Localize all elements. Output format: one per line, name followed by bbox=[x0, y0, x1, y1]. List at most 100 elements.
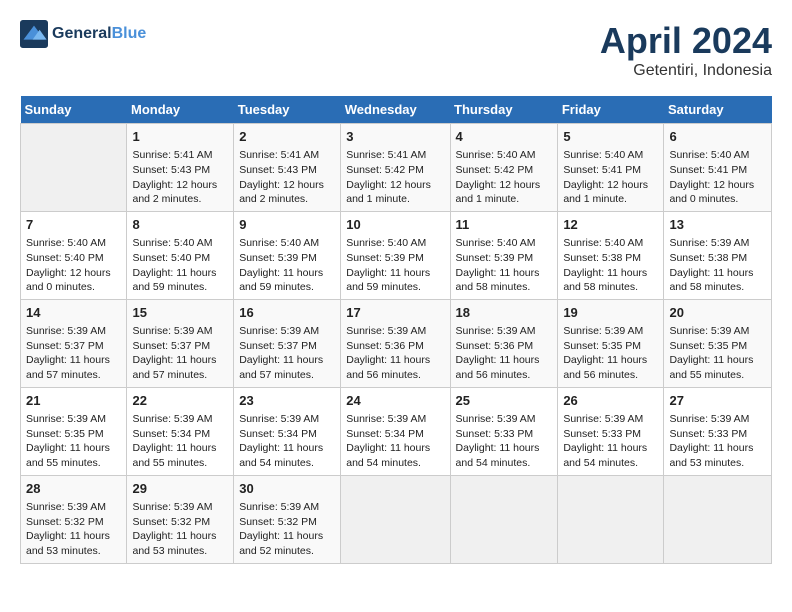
daylight-text: Daylight: 12 hours and 0 minutes. bbox=[669, 179, 754, 206]
calendar-cell: 23 Sunrise: 5:39 AM Sunset: 5:34 PM Dayligh… bbox=[234, 387, 341, 475]
calendar-cell: 25Sunrise: 5:39 AMSunset: 5:33 PMDayligh… bbox=[450, 387, 558, 475]
sunset-text: Sunset: 5:33 PM bbox=[563, 428, 641, 440]
calendar-cell: 26Sunrise: 5:39 AMSunset: 5:33 PMDayligh… bbox=[558, 387, 664, 475]
calendar-week-row: 1Sunrise: 5:41 AMSunset: 5:43 PMDaylight… bbox=[21, 124, 772, 212]
calendar-cell: 18Sunrise: 5:39 AMSunset: 5:36 PMDayligh… bbox=[450, 299, 558, 387]
sunrise-text: Sunrise: 5:39 AM bbox=[132, 325, 212, 337]
sunrise-text: Sunrise: 5:40 AM bbox=[346, 237, 426, 249]
sunrise-text: Sunrise: 5:39 AM bbox=[26, 413, 106, 425]
sunrise-text: Sunrise: 5:39 AM bbox=[563, 413, 643, 425]
daylight-text: Daylight: 11 hours and 56 minutes. bbox=[563, 354, 647, 381]
day-number: 15 bbox=[132, 304, 228, 322]
calendar-cell: 15Sunrise: 5:39 AMSunset: 5:37 PMDayligh… bbox=[127, 299, 234, 387]
daylight-text: Daylight: 11 hours and 58 minutes. bbox=[669, 267, 753, 294]
calendar-day-header: Monday bbox=[127, 96, 234, 124]
calendar-cell bbox=[341, 475, 450, 563]
daylight-text: Daylight: 11 hours and 53 minutes. bbox=[669, 442, 753, 469]
daylight-text: Daylight: 11 hours and 58 minutes. bbox=[563, 267, 647, 294]
calendar-cell: 17Sunrise: 5:39 AMSunset: 5:36 PMDayligh… bbox=[341, 299, 450, 387]
calendar-cell: 22Sunrise: 5:39 AMSunset: 5:34 PMDayligh… bbox=[127, 387, 234, 475]
daylight-text: Daylight: 11 hours and 58 minutes. bbox=[456, 267, 540, 294]
daylight-text: Daylight: 11 hours and 54 minutes. bbox=[456, 442, 540, 469]
calendar-day-header: Saturday bbox=[664, 96, 772, 124]
daylight-text: Daylight: 11 hours and 55 minutes. bbox=[132, 442, 216, 469]
location: Getentiri, Indonesia bbox=[600, 62, 772, 80]
calendar-cell: 14Sunrise: 5:39 AMSunset: 5:37 PMDayligh… bbox=[21, 299, 127, 387]
logo-icon bbox=[20, 20, 48, 48]
sunset-text: Sunset: 5:39 PM bbox=[346, 252, 424, 264]
sunset-text: Sunset: 5:34 PM bbox=[239, 428, 317, 440]
daylight-text: Daylight: 11 hours and 55 minutes. bbox=[669, 354, 753, 381]
day-number: 21 bbox=[26, 392, 121, 410]
sunset-text: Sunset: 5:34 PM bbox=[132, 428, 210, 440]
daylight-text: Daylight: 11 hours and 54 minutes. bbox=[563, 442, 647, 469]
daylight-text: Daylight: 11 hours and 54 minutes. bbox=[239, 442, 323, 469]
sunrise-text: Sunrise: 5:41 AM bbox=[346, 149, 426, 161]
daylight-text: Daylight: 11 hours and 55 minutes. bbox=[26, 442, 110, 469]
calendar-body: 1Sunrise: 5:41 AMSunset: 5:43 PMDaylight… bbox=[21, 124, 772, 564]
sunset-text: Sunset: 5:35 PM bbox=[563, 340, 641, 352]
sunrise-text: Sunrise: 5:40 AM bbox=[456, 237, 536, 249]
day-number: 8 bbox=[132, 216, 228, 234]
calendar-cell: 8Sunrise: 5:40 AMSunset: 5:40 PMDaylight… bbox=[127, 211, 234, 299]
day-number: 7 bbox=[26, 216, 121, 234]
day-number: 29 bbox=[132, 480, 228, 498]
sunset-text: Sunset: 5:38 PM bbox=[563, 252, 641, 264]
calendar-cell: 4Sunrise: 5:40 AMSunset: 5:42 PMDaylight… bbox=[450, 124, 558, 212]
sunset-text: Sunset: 5:32 PM bbox=[132, 516, 210, 528]
sunrise-text: Sunrise: 5:39 AM bbox=[239, 413, 319, 425]
daylight-text: Daylight: 12 hours and 2 minutes. bbox=[132, 179, 217, 206]
daylight-text: Daylight: 12 hours and 1 minute. bbox=[563, 179, 648, 206]
day-number: 6 bbox=[669, 128, 766, 146]
daylight-text: Daylight: 12 hours and 1 minute. bbox=[346, 179, 431, 206]
calendar-cell: 28Sunrise: 5:39 AMSunset: 5:32 PMDayligh… bbox=[21, 475, 127, 563]
calendar-header-row: SundayMondayTuesdayWednesdayThursdayFrid… bbox=[21, 96, 772, 124]
calendar-cell bbox=[558, 475, 664, 563]
sunrise-text: Sunrise: 5:39 AM bbox=[669, 237, 749, 249]
day-number: 23 bbox=[239, 392, 335, 410]
day-number: 30 bbox=[239, 480, 335, 498]
day-number: 18 bbox=[456, 304, 553, 322]
sunset-text: Sunset: 5:43 PM bbox=[239, 164, 317, 176]
daylight-text: Daylight: 11 hours and 59 minutes. bbox=[239, 267, 323, 294]
sunrise-text: Sunrise: 5:39 AM bbox=[669, 413, 749, 425]
sunset-text: Sunset: 5:37 PM bbox=[26, 340, 104, 352]
calendar-week-row: 7 Sunrise: 5:40 AM Sunset: 5:40 PM Daylight… bbox=[21, 211, 772, 299]
sunset-text: Sunset: 5:32 PM bbox=[26, 516, 104, 528]
daylight-text: Daylight: 11 hours and 56 minutes. bbox=[456, 354, 540, 381]
calendar-cell: 16Sunrise: 5:39 AMSunset: 5:37 PMDayligh… bbox=[234, 299, 341, 387]
day-number: 22 bbox=[132, 392, 228, 410]
sunset-text: Sunset: 5:33 PM bbox=[456, 428, 534, 440]
sunrise-text: Sunrise: 5:40 AM bbox=[563, 149, 643, 161]
day-number: 5 bbox=[563, 128, 658, 146]
day-number: 11 bbox=[456, 216, 553, 234]
calendar-day-header: Thursday bbox=[450, 96, 558, 124]
daylight-text: Daylight: 11 hours and 56 minutes. bbox=[346, 354, 430, 381]
sunrise-text: Sunrise: 5:39 AM bbox=[346, 413, 426, 425]
daylight-text: Daylight: 11 hours and 52 minutes. bbox=[239, 530, 323, 557]
calendar-cell: 13Sunrise: 5:39 AMSunset: 5:38 PMDayligh… bbox=[664, 211, 772, 299]
calendar-day-header: Tuesday bbox=[234, 96, 341, 124]
logo-text: GeneralBlue bbox=[52, 25, 146, 43]
day-number: 25 bbox=[456, 392, 553, 410]
sunrise-text: Sunrise: 5:41 AM bbox=[239, 149, 319, 161]
day-number: 10 bbox=[346, 216, 444, 234]
sunrise-text: Sunrise: 5:40 AM bbox=[26, 237, 106, 249]
sunset-text: Sunset: 5:40 PM bbox=[26, 252, 104, 264]
daylight-text: Daylight: 12 hours and 0 minutes. bbox=[26, 267, 111, 294]
calendar-cell: 29Sunrise: 5:39 AMSunset: 5:32 PMDayligh… bbox=[127, 475, 234, 563]
daylight-text: Daylight: 11 hours and 59 minutes. bbox=[346, 267, 430, 294]
sunset-text: Sunset: 5:35 PM bbox=[26, 428, 104, 440]
calendar-cell: 7 Sunrise: 5:40 AM Sunset: 5:40 PM Daylight… bbox=[21, 211, 127, 299]
day-number: 17 bbox=[346, 304, 444, 322]
calendar-week-row: 21 Sunrise: 5:39 AM Sunset: 5:35 PM Dayligh… bbox=[21, 387, 772, 475]
sunset-text: Sunset: 5:42 PM bbox=[346, 164, 424, 176]
sunset-text: Sunset: 5:37 PM bbox=[239, 340, 317, 352]
title-block: April 2024 Getentiri, Indonesia bbox=[600, 20, 772, 80]
sunrise-text: Sunrise: 5:40 AM bbox=[239, 237, 319, 249]
calendar-day-header: Sunday bbox=[21, 96, 127, 124]
daylight-text: Daylight: 11 hours and 57 minutes. bbox=[132, 354, 216, 381]
sunrise-text: Sunrise: 5:39 AM bbox=[132, 501, 212, 513]
day-number: 4 bbox=[456, 128, 553, 146]
sunset-text: Sunset: 5:39 PM bbox=[239, 252, 317, 264]
